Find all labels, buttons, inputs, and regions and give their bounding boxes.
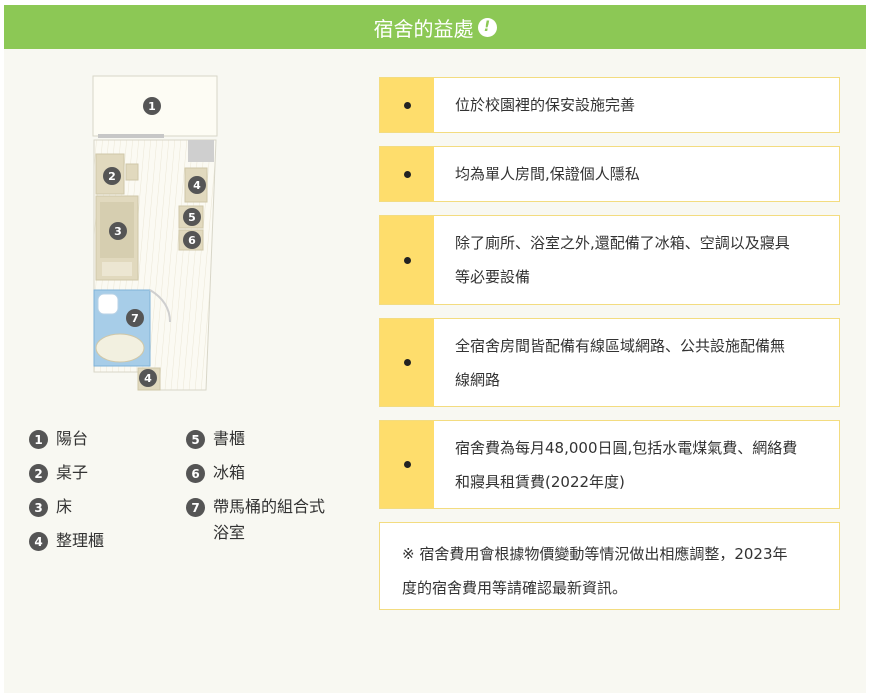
legend-item-bed: 3 床	[29, 497, 72, 520]
plan-marker-2: 2	[103, 167, 121, 185]
benefit-text: 全宿舍房間皆配備有線區域網路、公共設施配備無 線網路	[434, 319, 805, 406]
benefit-card: 除了廁所、浴室之外,還配備了冰箱、空調以及寢具 等必要設備	[379, 215, 840, 305]
plan-marker-5: 5	[183, 208, 201, 226]
legend-number: 2	[29, 464, 48, 483]
benefit-line: 線網路	[455, 370, 501, 389]
plan-marker-6: 6	[183, 231, 201, 249]
benefit-card: 全宿舍房間皆配備有線區域網路、公共設施配備無 線網路	[379, 318, 840, 407]
room-floor-plan: 1 2 3 4 5 6 7 4	[90, 74, 220, 394]
legend-item-storage: 4 整理櫃	[29, 531, 104, 554]
legend-label: 桌子	[56, 463, 89, 482]
legend-label-line: 帶馬桶的組合式	[213, 497, 326, 516]
legend-item-unit-bath: 7 帶馬桶的組合式 浴室	[186, 497, 325, 546]
legend-label: 帶馬桶的組合式 浴室	[213, 494, 325, 546]
legend-number: 4	[29, 532, 48, 551]
legend-number: 3	[29, 498, 48, 517]
benefit-card: 均為單人房間,保證個人隱私	[379, 146, 840, 202]
bullet-icon	[403, 101, 411, 109]
exclamation-icon: !	[477, 17, 497, 37]
benefit-text: 宿舍費為每月48,000日圓,包括水電煤氣費、網絡費 和寢具租賃費(2022年度…	[434, 421, 817, 508]
legend-number: 5	[186, 430, 205, 449]
legend-label: 整理櫃	[56, 531, 105, 550]
plan-marker-7: 7	[126, 309, 144, 327]
plan-marker-3: 3	[109, 222, 127, 240]
section-header: 宿舍的益處 !	[4, 5, 866, 49]
benefit-card: 宿舍費為每月48,000日圓,包括水電煤氣費、網絡費 和寢具租賃費(2022年度…	[379, 420, 840, 509]
benefit-line: 和寢具租賃費(2022年度)	[455, 472, 625, 491]
legend-item-bookshelf: 5 書櫃	[186, 429, 245, 452]
benefit-line: 除了廁所、浴室之外,還配備了冰箱、空調以及寢具	[455, 234, 790, 252]
legend-label: 陽台	[56, 429, 89, 448]
plan-marker-4: 4	[188, 176, 206, 194]
legend-label-line: 浴室	[213, 523, 246, 542]
bullet-icon	[403, 170, 411, 178]
plan-marker-4b: 4	[139, 369, 157, 387]
benefit-line: 等必要設備	[455, 268, 531, 286]
legend-label: 床	[56, 497, 73, 516]
note-line: ※ 宿舍費用會根據物價變動等情況做出相應調整，2023年	[402, 545, 788, 563]
bullet-icon	[403, 359, 411, 366]
legend-item-fridge: 6 冰箱	[186, 463, 245, 486]
benefit-text: 均為單人房間,保證個人隱私	[455, 165, 640, 183]
fee-note: ※ 宿舍費用會根據物價變動等情況做出相應調整，2023年 度的宿舍費用等請確認最…	[379, 522, 840, 610]
bullet-icon	[403, 461, 411, 468]
benefit-card: 位於校園裡的保安設施完善	[379, 77, 840, 133]
bullet-icon	[403, 256, 411, 264]
legend-number: 1	[29, 430, 48, 449]
plan-marker-1: 1	[143, 97, 161, 115]
benefit-line: 宿舍費為每月48,000日圓,包括水電煤氣費、網絡費	[455, 438, 798, 457]
legend-number: 6	[186, 464, 205, 483]
section-title: 宿舍的益處	[373, 16, 474, 41]
benefit-text: 位於校園裡的保安設施完善	[455, 96, 636, 114]
legend-item-desk: 2 桌子	[29, 463, 88, 486]
benefit-text: 除了廁所、浴室之外,還配備了冰箱、空調以及寢具 等必要設備	[434, 216, 810, 304]
legend-label: 冰箱	[213, 463, 246, 482]
legend-label: 書櫃	[213, 429, 246, 448]
legend-item-balcony: 1 陽台	[29, 429, 88, 452]
note-line: 度的宿舍費用等請確認最新資訊。	[402, 579, 628, 597]
benefit-line: 全宿舍房間皆配備有線區域網路、公共設施配備無	[455, 336, 786, 355]
legend-number: 7	[186, 498, 205, 517]
